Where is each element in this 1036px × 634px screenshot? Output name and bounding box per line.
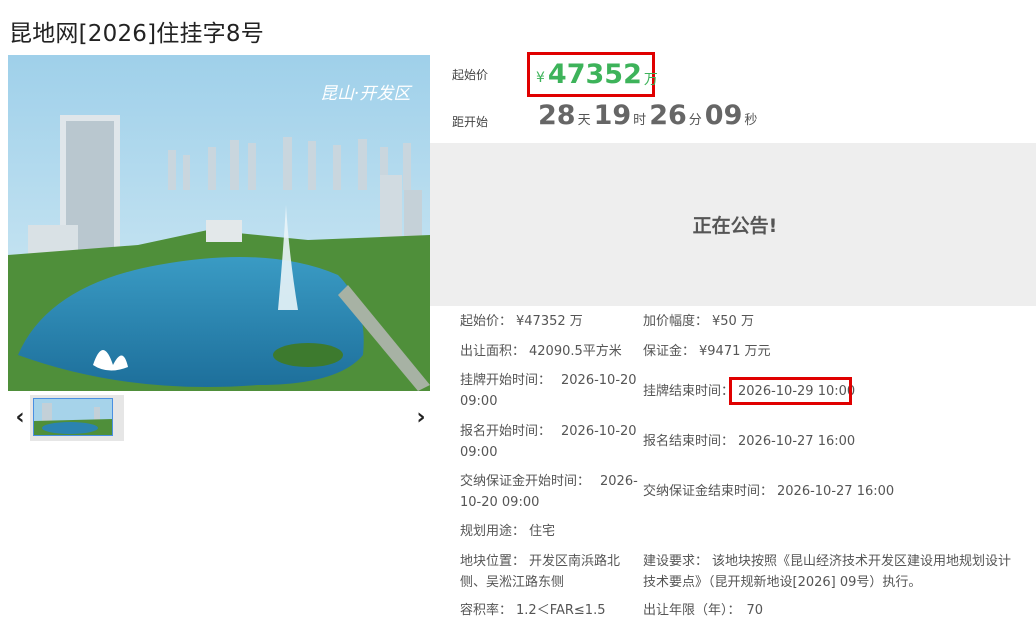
countdown-timer: 28 天 19 时 26 分 09 秒: [538, 100, 760, 131]
detail-value-line2: 09:00: [460, 394, 498, 409]
thumbnail-image: [33, 398, 113, 436]
detail-label: 报名结束时间：: [643, 434, 735, 449]
detail-label: 交纳保证金开始时间：: [460, 474, 591, 489]
detail-label: 加价幅度：: [643, 314, 709, 329]
countdown-label: 距开始: [452, 115, 489, 129]
thumbnail-graphic: [34, 399, 112, 435]
start-price-row: 起始价: [452, 52, 488, 96]
detail-value: ¥47352 万: [516, 314, 583, 329]
countdown-hours-unit: 时: [633, 113, 647, 128]
detail-label: 交纳保证金结束时间：: [643, 484, 774, 499]
detail-requirement: 建设要求： 该地块按照《昆山经济技术开发区建设用地规划设计 技术要点》（昆开规新地…: [643, 551, 1011, 593]
status-notice: 正在公告!: [692, 215, 778, 237]
countdown-days-unit: 天: [577, 113, 591, 128]
detail-value-line1: 2026-: [600, 474, 638, 489]
detail-label: 规划用途：: [460, 524, 526, 539]
land-photo[interactable]: 昆山·开发区: [8, 55, 430, 391]
detail-signup-start: 报名开始时间： 2026-10-20 09:00: [460, 421, 637, 463]
listing-end-highlight: [729, 377, 852, 405]
detail-signup-end: 报名结束时间： 2026-10-27 16:00: [643, 431, 855, 452]
detail-far: 容积率： 1.2＜FAR≤1.5: [460, 600, 605, 621]
land-photo-graphic: 昆山·开发区: [8, 55, 430, 391]
start-price-label: 起始价: [452, 67, 489, 82]
countdown-seconds: 09: [704, 100, 743, 131]
detail-start-price: 起始价： ¥47352 万: [460, 311, 583, 332]
detail-usage: 规划用途： 住宅: [460, 521, 555, 542]
detail-label: 地块位置：: [460, 554, 526, 569]
chevron-right-icon[interactable]: ›: [411, 405, 431, 430]
detail-label: 保证金：: [643, 344, 696, 359]
thumbnail-strip: ‹ ›: [8, 395, 430, 441]
countdown-hours: 19: [593, 100, 632, 131]
detail-value-line2: 侧、吴淞江路东侧: [460, 575, 565, 590]
detail-value: 2026-10-27 16:00: [777, 484, 895, 499]
detail-value: ¥50 万: [712, 314, 754, 329]
detail-deposit-end: 交纳保证金结束时间： 2026-10-27 16:00: [643, 481, 894, 502]
detail-value-line1: 开发区南浜路北: [529, 554, 621, 569]
detail-value-line2: 技术要点》（昆开规新地设[2026] 09号）执行。: [643, 575, 922, 590]
detail-value: 住宅: [529, 524, 556, 539]
detail-label: 出让面积：: [460, 344, 526, 359]
detail-area: 出让面积： 42090.5平方米: [460, 341, 622, 362]
detail-value: 42090.5平方米: [529, 344, 622, 359]
countdown-minutes-unit: 分: [688, 113, 702, 128]
detail-label: 报名开始时间：: [460, 424, 552, 439]
status-panel: 正在公告!: [430, 143, 1036, 306]
detail-value: 1.2＜FAR≤1.5: [516, 603, 606, 618]
detail-value: 70: [746, 603, 764, 618]
detail-value-line1: 该地块按照《昆山经济技术开发区建设用地规划设计: [712, 554, 1012, 569]
countdown-days: 28: [538, 100, 576, 131]
countdown-minutes: 26: [649, 100, 687, 131]
currency-symbol: ¥: [536, 69, 545, 86]
detail-value-line2: 09:00: [460, 445, 498, 460]
page-title: 昆地网[2026]住挂字8号: [9, 21, 264, 47]
detail-listing-start: 挂牌开始时间： 2026-10-20 09:00: [460, 370, 637, 412]
detail-value-line1: 2026-10-20: [561, 373, 637, 388]
detail-label: 出让年限（年）：: [643, 603, 741, 618]
detail-label: 起始价：: [460, 314, 513, 329]
detail-label: 容积率：: [460, 603, 513, 618]
detail-deposit: 保证金： ¥9471 万元: [643, 341, 771, 362]
detail-value-line1: 2026-10-20: [561, 424, 637, 439]
detail-value-line2: 10-20 09:00: [460, 495, 540, 510]
detail-label: 挂牌开始时间：: [460, 373, 552, 388]
detail-location: 地块位置： 开发区南浜路北 侧、吴淞江路东侧: [460, 551, 620, 593]
detail-value: 2026-10-27 16:00: [738, 434, 856, 449]
detail-label: 建设要求：: [643, 554, 709, 569]
detail-deposit-start: 交纳保证金开始时间： 2026- 10-20 09:00: [460, 471, 638, 513]
photo-caption: 昆山·开发区: [320, 84, 413, 104]
start-price-highlight: ¥ 47352 万: [527, 52, 658, 97]
start-price-unit: 万: [643, 71, 658, 88]
chevron-left-icon[interactable]: ‹: [10, 405, 30, 430]
countdown-seconds-unit: 秒: [744, 113, 758, 128]
detail-term: 出让年限（年）： 70: [643, 600, 763, 621]
start-price-value: 47352: [547, 59, 642, 90]
detail-value: ¥9471 万元: [699, 344, 771, 359]
detail-label: 挂牌结束时间：: [643, 384, 735, 399]
thumbnail[interactable]: [30, 395, 124, 441]
detail-increment: 加价幅度： ¥50 万: [643, 311, 754, 332]
